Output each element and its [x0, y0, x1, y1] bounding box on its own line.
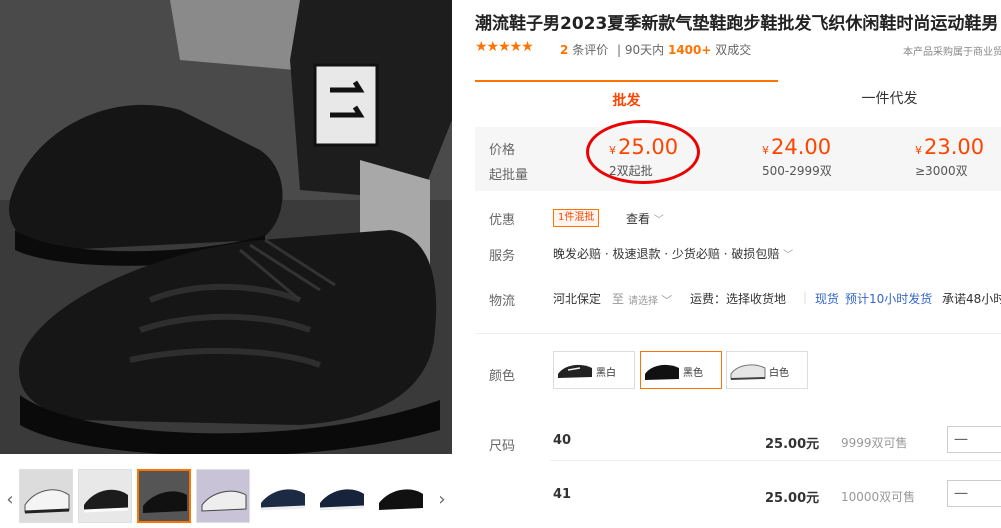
business-notice: 本产品采购属于商业贸: [903, 47, 1001, 58]
purchase-mode-tabs: 批发 一件代发: [475, 80, 1001, 118]
stock-tag: 现货: [815, 292, 840, 306]
size-value: 41: [553, 487, 572, 502]
quantity-stepper[interactable]: 一: [947, 480, 1001, 507]
moq-label: 起批量: [489, 168, 529, 183]
thumbnail[interactable]: [78, 469, 132, 523]
ship-origin: 河北保定: [553, 292, 602, 306]
price-label: 价格: [489, 143, 516, 158]
review-count[interactable]: 2 条评价: [560, 41, 608, 58]
size-stock: 10000双可售: [841, 490, 916, 504]
dispatch-estimate: 预计10小时发货: [845, 292, 933, 306]
shoe-swatch-icon: [645, 364, 679, 380]
thumbnail-selected[interactable]: [137, 469, 191, 523]
size-stock: 9999双可售: [841, 436, 908, 450]
promo-label: 优惠: [489, 213, 516, 228]
chevron-down-icon: ﹀: [653, 215, 664, 226]
quantity-stepper[interactable]: 一: [947, 426, 1001, 453]
shoe-swatch-icon: [730, 364, 766, 380]
thumbnail-strip: ‹ ›: [0, 466, 452, 528]
price-tier: ¥23.00 ≥3000双: [915, 135, 985, 178]
sales-volume: | 90天内 1400+ 双成交: [617, 43, 752, 57]
service-label: 服务: [489, 249, 516, 264]
thumbnail[interactable]: [373, 469, 427, 523]
promo-view-link[interactable]: 查看 ﹀: [626, 210, 664, 227]
size-price: 25.00元: [765, 491, 820, 506]
divider: |: [803, 290, 808, 304]
thumbnail[interactable]: [19, 469, 73, 523]
service-guarantees[interactable]: 晚发必赔 · 极速退款 · 少货必赔 · 破损包赔 ﹀: [553, 245, 793, 262]
size-price: 25.00元: [765, 437, 820, 452]
dispatch-promise: 承诺48小时: [942, 292, 1001, 306]
thumbnail[interactable]: [314, 469, 368, 523]
annotation-circle: [586, 120, 700, 184]
next-thumb-arrow-icon[interactable]: ›: [436, 490, 448, 510]
tab-dropship[interactable]: 一件代发: [778, 80, 1001, 118]
chevron-down-icon: ﹀: [661, 294, 673, 307]
price-tiers: 价格 起批量 ¥25.00 2双起批 ¥24.00 500-2999双 ¥23.…: [475, 127, 1001, 191]
shipping-fee: 运费：选择收货地: [690, 292, 787, 306]
color-option-black-white[interactable]: 黑白: [553, 351, 635, 389]
size-row: 41 25.00元 10000双可售 一: [475, 475, 1001, 515]
rating-bar: ★★★★★ 2 条评价 | 90天内 1400+ 双成交 本产品采购属于商业贸: [475, 39, 1001, 58]
product-title: 潮流鞋子男2023夏季新款气垫鞋跑步鞋批发飞织休闲鞋时尚运动鞋男: [475, 14, 999, 34]
minus-button[interactable]: 一: [954, 430, 968, 450]
shoe-swatch-icon: [557, 364, 593, 380]
size-row: 40 25.00元 9999双可售 一: [475, 421, 1001, 461]
section-divider: [475, 333, 1001, 334]
star-rating-icon: ★★★★★: [475, 39, 534, 55]
color-label: 颜色: [489, 369, 516, 384]
color-option-white[interactable]: 白色: [726, 351, 808, 389]
minus-button[interactable]: 一: [954, 484, 968, 504]
thumbnail[interactable]: [255, 469, 309, 523]
prev-thumb-arrow-icon[interactable]: ‹: [4, 490, 16, 510]
shipping-label: 物流: [489, 294, 516, 309]
promo-tag: 1件混批: [553, 209, 600, 227]
size-value: 40: [553, 433, 572, 448]
color-option-black[interactable]: 黑色: [640, 351, 722, 389]
destination-select[interactable]: 请选择 ﹀: [628, 292, 672, 308]
price-tier: ¥24.00 500-2999双: [762, 135, 832, 178]
thumbnail[interactable]: [196, 469, 250, 523]
ship-to: 至: [612, 292, 625, 306]
tab-wholesale[interactable]: 批发: [475, 80, 778, 118]
main-product-image: [0, 0, 452, 454]
chevron-down-icon: ﹀: [783, 250, 794, 261]
